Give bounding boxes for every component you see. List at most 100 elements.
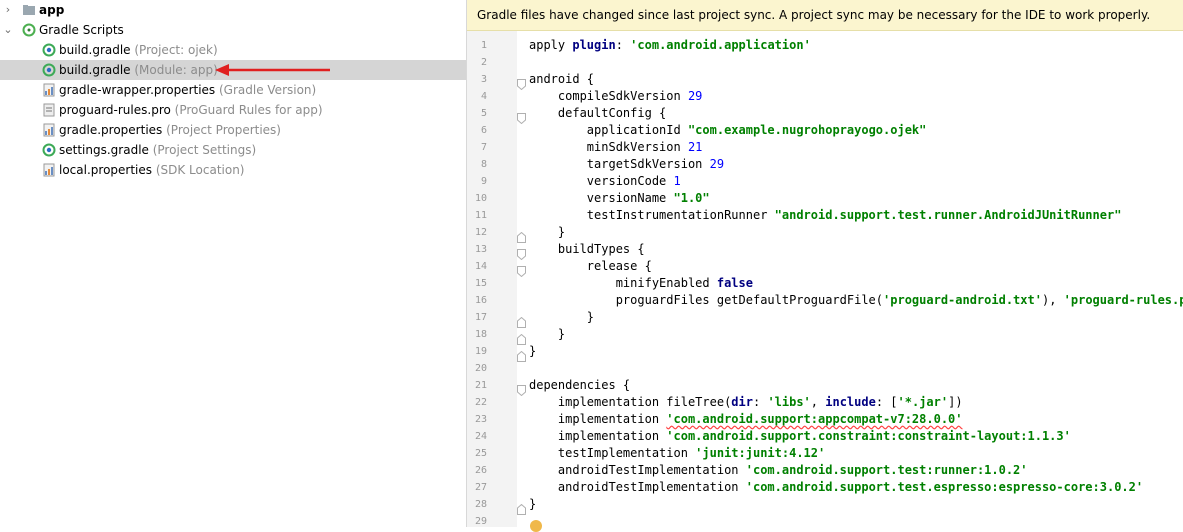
fold-open-icon[interactable] xyxy=(517,75,526,91)
tree-item-label: local.properties (SDK Location) xyxy=(59,160,245,180)
line-number-gutter: 1 2 3 4 5 6 7 8 9 10 11 12 13 14 15 16 17 18 19 20 21 22 23 24 2… xyxy=(467,31,517,527)
code-line[interactable]: implementation 'com.android.support:appc… xyxy=(529,412,963,426)
fold-close-icon[interactable] xyxy=(517,500,526,515)
fold-close-icon[interactable] xyxy=(517,228,526,243)
line-number: 18 xyxy=(474,329,487,340)
tree-item[interactable]: proguard-rules.pro (ProGuard Rules for a… xyxy=(0,100,466,120)
code-line[interactable]: targetSdkVersion 29 xyxy=(529,157,724,171)
file-hint: (Project: ojek) xyxy=(130,43,218,57)
gradle-scripts-icon xyxy=(22,23,36,37)
file-name: local.properties xyxy=(59,163,153,177)
line-number: 6 xyxy=(480,125,487,136)
file-name: app xyxy=(39,3,65,17)
project-tree-panel: › app ⌄ Gradle Scripts build.gradle (Project… xyxy=(0,0,466,527)
line-number: 16 xyxy=(474,295,487,306)
line-number: 19 xyxy=(474,346,487,357)
tree-item-label: app xyxy=(39,0,64,20)
code-line[interactable]: androidTestImplementation 'com.android.s… xyxy=(529,463,1028,477)
code-line[interactable]: minifyEnabled false xyxy=(529,276,753,290)
line-number: 20 xyxy=(474,363,487,374)
line-number: 11 xyxy=(474,210,487,221)
code-line[interactable]: applicationId "com.example.nugrohoprayog… xyxy=(529,123,927,137)
line-number: 12 xyxy=(474,227,487,238)
fold-close-icon[interactable] xyxy=(517,330,526,345)
file-name: build.gradle xyxy=(59,63,131,77)
chevron-down-icon[interactable]: ⌄ xyxy=(3,20,13,40)
code-line[interactable]: } xyxy=(529,225,565,239)
tree-item[interactable]: › app xyxy=(0,0,466,20)
gradle-icon xyxy=(42,43,56,57)
code-line[interactable]: testImplementation 'junit:junit:4.12' xyxy=(529,446,825,460)
chevron-right-icon[interactable]: › xyxy=(3,0,13,20)
proguard-icon xyxy=(42,103,56,117)
file-hint: (Gradle Version) xyxy=(215,83,317,97)
tree-item-label: gradle-wrapper.properties (Gradle Versio… xyxy=(59,80,316,100)
file-name: gradle-wrapper.properties xyxy=(59,83,216,97)
tree-item[interactable]: build.gradle (Project: ojek) xyxy=(0,40,466,60)
line-number: 1 xyxy=(480,40,487,51)
code-line[interactable]: implementation 'com.android.support.cons… xyxy=(529,429,1071,443)
code-editor[interactable]: Gradle files have changed since last pro… xyxy=(466,0,1183,527)
line-number: 7 xyxy=(480,142,487,153)
code-line[interactable]: androidTestImplementation 'com.android.s… xyxy=(529,480,1143,494)
tree-item-label: build.gradle (Module: app) xyxy=(59,60,218,80)
code-line[interactable]: compileSdkVersion 29 xyxy=(529,89,703,103)
code-line[interactable]: versionName "1.0" xyxy=(529,191,710,205)
line-number: 2 xyxy=(480,57,487,68)
file-name: build.gradle xyxy=(59,43,131,57)
fold-open-icon[interactable] xyxy=(517,381,526,397)
tree-item[interactable]: ⌄ Gradle Scripts xyxy=(0,20,466,40)
file-hint: (Project Properties) xyxy=(162,123,281,137)
code-line[interactable]: defaultConfig { xyxy=(529,106,666,120)
file-name: settings.gradle xyxy=(59,143,149,157)
properties-icon xyxy=(42,163,56,177)
code-line[interactable]: dependencies { xyxy=(529,378,630,392)
code-line[interactable]: android { xyxy=(529,72,594,86)
code-line[interactable]: implementation fileTree(dir: 'libs', inc… xyxy=(529,395,963,409)
code-line[interactable]: minSdkVersion 21 xyxy=(529,140,703,154)
tree-item[interactable]: gradle-wrapper.properties (Gradle Versio… xyxy=(0,80,466,100)
code-line[interactable]: release { xyxy=(529,259,652,273)
gradle-sync-banner: Gradle files have changed since last pro… xyxy=(467,0,1183,31)
file-name: Gradle Scripts xyxy=(39,23,124,37)
code-line[interactable]: } xyxy=(529,310,594,324)
code-line[interactable]: } xyxy=(529,497,536,511)
fold-close-icon[interactable] xyxy=(517,347,526,362)
tree-item-label: gradle.properties (Project Properties) xyxy=(59,120,281,140)
gradle-icon xyxy=(42,143,56,157)
code-line[interactable]: apply plugin: 'com.android.application' xyxy=(529,38,811,52)
line-number: 15 xyxy=(474,278,487,289)
tree-item-label: settings.gradle (Project Settings) xyxy=(59,140,256,160)
gradle-sync-message: Gradle files have changed since last pro… xyxy=(477,8,1151,22)
tree-item[interactable]: gradle.properties (Project Properties) xyxy=(0,120,466,140)
lightbulb-icon[interactable] xyxy=(530,520,542,532)
file-name: proguard-rules.pro xyxy=(59,103,171,117)
line-number: 14 xyxy=(474,261,487,272)
tree-item[interactable]: settings.gradle (Project Settings) xyxy=(0,140,466,160)
line-number: 26 xyxy=(474,465,487,476)
file-hint: (Module: app) xyxy=(130,63,218,77)
fold-open-icon[interactable] xyxy=(517,262,526,278)
properties-icon xyxy=(42,123,56,137)
code-line[interactable]: } xyxy=(529,327,565,341)
folder-icon xyxy=(22,3,36,17)
fold-open-icon[interactable] xyxy=(517,245,526,261)
line-number: 3 xyxy=(480,74,487,85)
line-number: 21 xyxy=(474,380,487,391)
line-number: 25 xyxy=(474,448,487,459)
file-hint: (SDK Location) xyxy=(152,163,245,177)
tree-item[interactable]: local.properties (SDK Location) xyxy=(0,160,466,180)
line-number: 8 xyxy=(480,159,487,170)
tree-item-label: Gradle Scripts xyxy=(39,20,124,40)
fold-close-icon[interactable] xyxy=(517,313,526,328)
line-number: 10 xyxy=(474,193,487,204)
code-line[interactable]: versionCode 1 xyxy=(529,174,681,188)
code-line[interactable]: } xyxy=(529,344,536,358)
line-number: 29 xyxy=(474,516,487,527)
code-line[interactable]: buildTypes { xyxy=(529,242,645,256)
code-line[interactable]: testInstrumentationRunner "android.suppo… xyxy=(529,208,1122,222)
code-line[interactable]: proguardFiles getDefaultProguardFile('pr… xyxy=(529,293,1183,307)
line-number: 24 xyxy=(474,431,487,442)
fold-open-icon[interactable] xyxy=(517,109,526,125)
line-number: 28 xyxy=(474,499,487,510)
